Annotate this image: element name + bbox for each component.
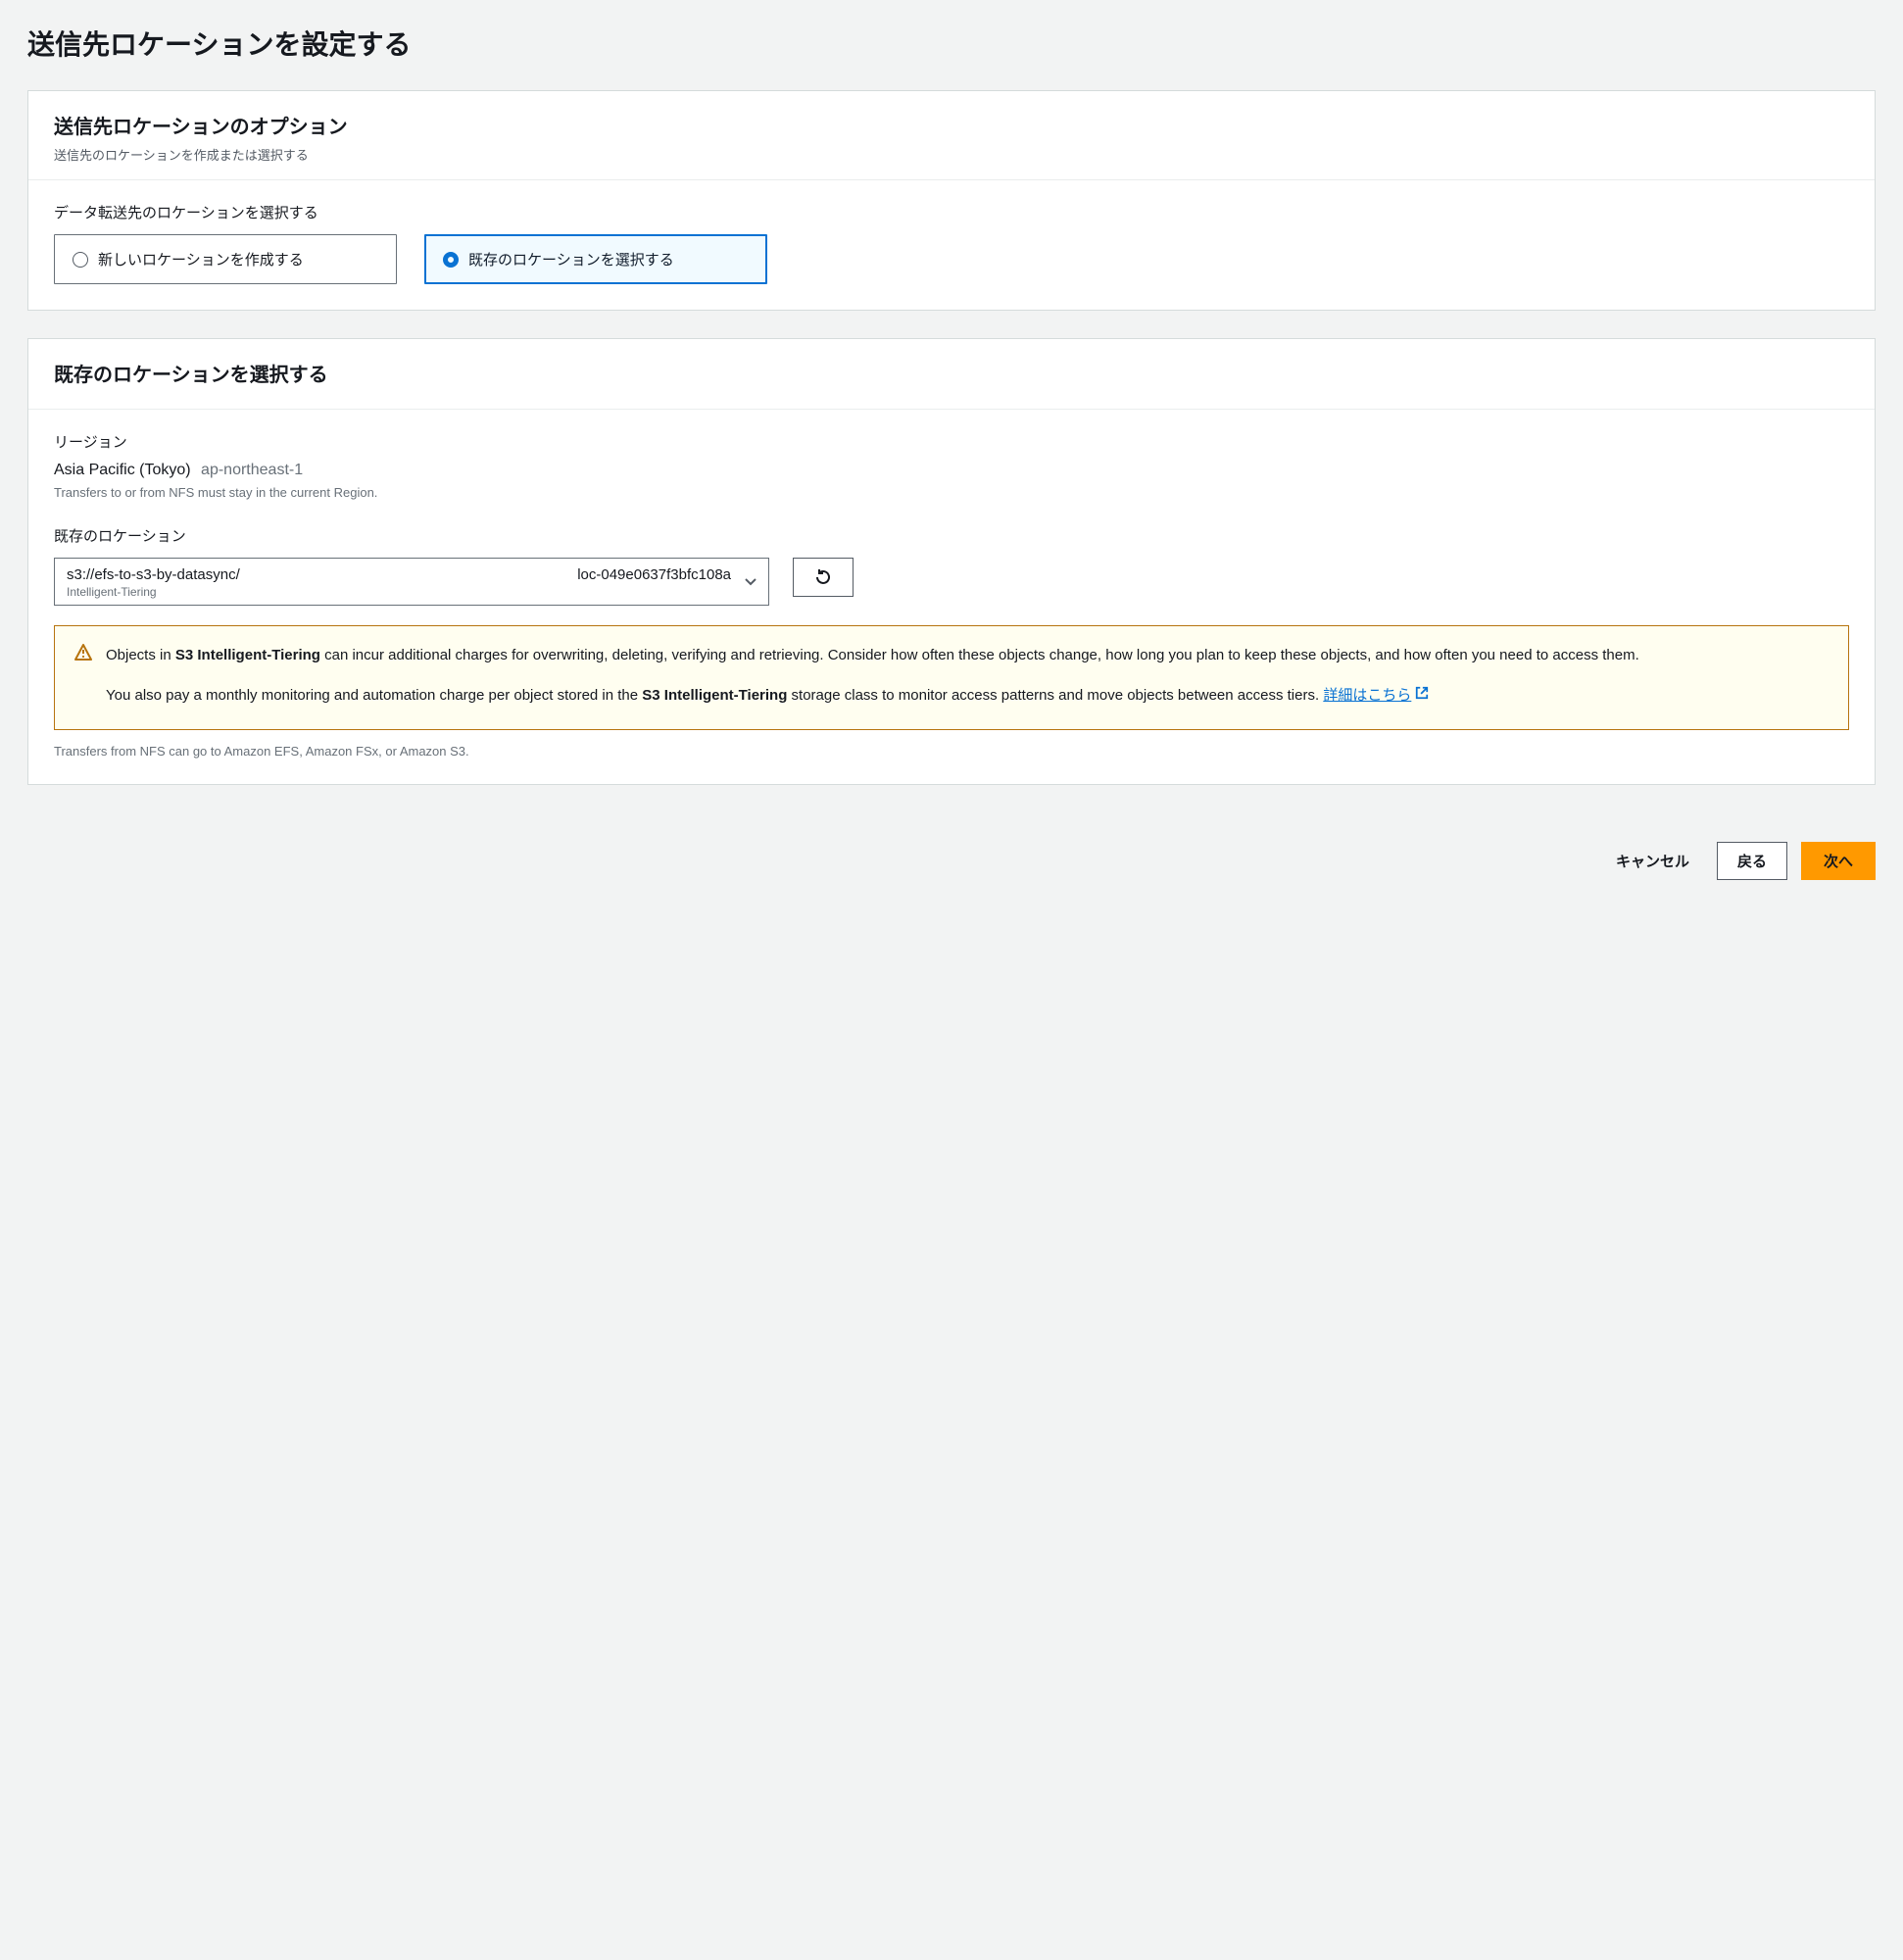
region-name: Asia Pacific (Tokyo) — [54, 462, 191, 478]
chevron-down-icon — [745, 578, 756, 586]
location-mode-radio-group: 新しいロケーションを作成する 既存のロケーションを選択する — [54, 234, 1849, 284]
region-value: Asia Pacific (Tokyo) ap-northeast-1 — [54, 462, 1849, 479]
wizard-actions: キャンセル 戻る 次へ — [27, 812, 1876, 880]
location-path: s3://efs-to-s3-by-datasync/ — [67, 566, 240, 583]
warning-icon — [74, 644, 92, 662]
back-button[interactable]: 戻る — [1717, 842, 1787, 880]
radio-label: 新しいロケーションを作成する — [98, 249, 304, 270]
radio-unchecked-icon — [73, 252, 88, 268]
panel-header: 既存のロケーションを選択する — [28, 339, 1875, 410]
panel-header: 送信先ロケーションのオプション 送信先のロケーションを作成または選択する — [28, 91, 1875, 180]
choose-location-label: データ転送先のロケーションを選択する — [54, 202, 1849, 222]
location-id: loc-049e0637f3bfc108a — [577, 566, 731, 583]
panel-description: 送信先のロケーションを作成または選択する — [54, 145, 1849, 164]
existing-location-panel: 既存のロケーションを選択する リージョン Asia Pacific (Tokyo… — [27, 338, 1876, 785]
learn-more-link[interactable]: 詳細はこちら — [1323, 687, 1411, 704]
transfer-destinations-note: Transfers from NFS can go to Amazon EFS,… — [54, 744, 1849, 759]
region-code: ap-northeast-1 — [201, 462, 303, 478]
region-helper-text: Transfers to or from NFS must stay in th… — [54, 485, 1849, 500]
radio-label: 既存のロケーションを選択する — [468, 249, 674, 270]
panel-body: リージョン Asia Pacific (Tokyo) ap-northeast-… — [28, 410, 1875, 784]
panel-title: 既存のロケーションを選択する — [54, 359, 1849, 387]
existing-location-label: 既存のロケーション — [54, 525, 1849, 546]
radio-choose-existing-location[interactable]: 既存のロケーションを選択する — [424, 234, 767, 284]
next-button[interactable]: 次へ — [1801, 842, 1876, 880]
radio-create-new-location[interactable]: 新しいロケーションを作成する — [54, 234, 397, 284]
destination-options-panel: 送信先ロケーションのオプション 送信先のロケーションを作成または選択する データ… — [27, 90, 1876, 311]
panel-title: 送信先ロケーションのオプション — [54, 111, 1849, 139]
panel-body: データ転送先のロケーションを選択する 新しいロケーションを作成する 既存のロケー… — [28, 180, 1875, 310]
region-label: リージョン — [54, 431, 1849, 452]
warning-paragraph-1: Objects in S3 Intelligent-Tiering can in… — [106, 644, 1827, 666]
refresh-button[interactable] — [793, 558, 854, 597]
location-select-row: s3://efs-to-s3-by-datasync/ loc-049e0637… — [54, 558, 1849, 606]
external-link-icon — [1415, 687, 1429, 704]
existing-location-select[interactable]: s3://efs-to-s3-by-datasync/ loc-049e0637… — [54, 558, 769, 606]
cancel-button[interactable]: キャンセル — [1602, 843, 1703, 879]
intelligent-tiering-warning: Objects in S3 Intelligent-Tiering can in… — [54, 625, 1849, 730]
location-storage-class: Intelligent-Tiering — [67, 585, 756, 599]
warning-paragraph-2: You also pay a monthly monitoring and au… — [106, 684, 1827, 707]
radio-checked-icon — [443, 252, 459, 268]
refresh-icon — [814, 568, 832, 586]
page-title: 送信先ロケーションを設定する — [27, 0, 1876, 90]
